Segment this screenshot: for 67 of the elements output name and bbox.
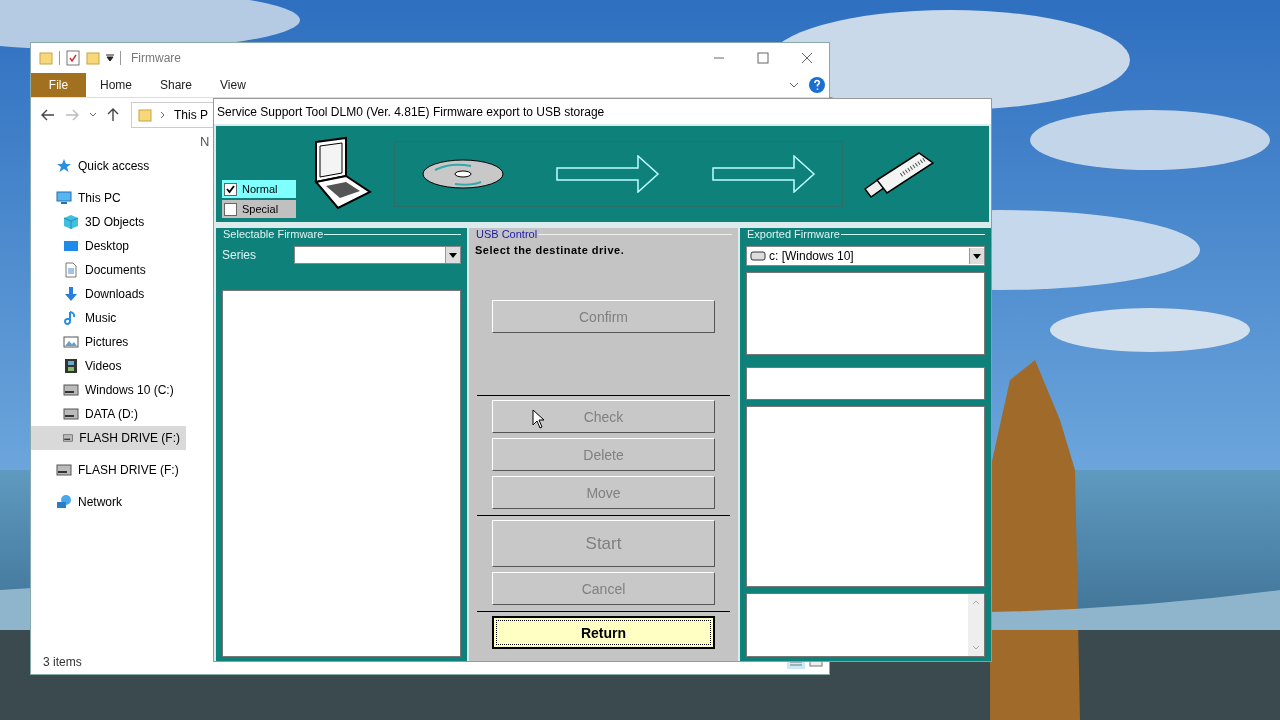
- caret-icon[interactable]: [973, 253, 981, 259]
- nav-item[interactable]: Videos: [31, 354, 186, 378]
- caret-icon[interactable]: [449, 252, 457, 258]
- ribbon-tab[interactable]: Share: [146, 73, 207, 97]
- list-box[interactable]: [746, 593, 985, 657]
- nav-item[interactable]: Documents: [31, 258, 186, 282]
- instruction-text: Select the destinate drive.: [475, 244, 626, 256]
- nav-item[interactable]: Quick access: [31, 154, 186, 178]
- drive-icon: [750, 251, 766, 261]
- chevron-icon[interactable]: [89, 112, 97, 118]
- mode-option[interactable]: Special: [222, 200, 296, 218]
- film-icon: [63, 358, 79, 374]
- drive-dropdown[interactable]: c: [Windows 10]: [746, 246, 985, 266]
- download-icon: [63, 286, 79, 302]
- nav-item[interactable]: FLASH DRIVE (F:): [31, 458, 186, 482]
- nav-item[interactable]: Pictures: [31, 330, 186, 354]
- window-title: Firmware: [131, 51, 181, 65]
- nav-item[interactable]: Network: [31, 490, 186, 514]
- group-label: USB Control: [475, 228, 539, 240]
- ribbon-tab[interactable]: File: [31, 73, 86, 97]
- group-label: Selectable Firmware: [222, 228, 325, 240]
- nav-item[interactable]: 3D Objects: [31, 210, 186, 234]
- chevron-icon[interactable]: [789, 82, 799, 88]
- chevron-icon: [160, 111, 166, 119]
- up-arrow-icon[interactable]: [107, 108, 119, 122]
- status-text: 3 items: [43, 655, 82, 669]
- back-arrow-icon[interactable]: [41, 109, 55, 121]
- caret-icon[interactable]: [106, 54, 114, 62]
- help-icon[interactable]: [809, 77, 825, 93]
- pc-icon: [56, 190, 72, 206]
- nav-item[interactable]: Desktop: [31, 234, 186, 258]
- nav-item[interactable]: Downloads: [31, 282, 186, 306]
- group-label: Exported Firmware: [746, 228, 841, 240]
- column-header[interactable]: N: [200, 134, 210, 149]
- arrow-icon: [556, 155, 661, 193]
- list-box[interactable]: [746, 272, 985, 355]
- checklist-icon[interactable]: [66, 50, 80, 66]
- drive-icon: [56, 462, 72, 478]
- folder-icon: [138, 108, 152, 122]
- nav-item[interactable]: DATA (D:): [31, 402, 186, 426]
- document-icon: [63, 262, 79, 278]
- window-title: Service Support Tool DLM0 (Ver. 4.81E) Firmware export to USB storage: [217, 104, 605, 119]
- network-icon: [56, 494, 72, 510]
- usb-stick-icon: [861, 149, 937, 199]
- action-button[interactable]: Return: [492, 616, 715, 649]
- checkbox[interactable]: [224, 182, 237, 196]
- ribbon-tab[interactable]: Home: [86, 73, 146, 97]
- disc-icon: [420, 158, 505, 190]
- nav-item[interactable]: This PC: [31, 186, 186, 210]
- star-icon: [56, 158, 72, 174]
- cursor-icon: [532, 409, 545, 429]
- nav-item[interactable]: Windows 10 (C:): [31, 378, 186, 402]
- checkbox[interactable]: [224, 202, 237, 216]
- arrow-icon: [712, 155, 817, 193]
- nav-item[interactable]: Music: [31, 306, 186, 330]
- desktop-icon: [63, 238, 79, 254]
- mode-option[interactable]: Normal: [222, 180, 296, 198]
- close-icon[interactable]: [801, 52, 813, 64]
- field-label: Series: [222, 248, 257, 262]
- text-field[interactable]: [746, 367, 985, 400]
- maximize-icon[interactable]: [757, 52, 769, 64]
- drive-icon: [63, 382, 79, 398]
- ribbon-tab[interactable]: View: [206, 73, 260, 97]
- drive-icon: [63, 406, 79, 422]
- pictures-icon: [63, 334, 79, 350]
- nav-item[interactable]: FLASH DRIVE (F:): [31, 426, 186, 450]
- cube-icon: [63, 214, 79, 230]
